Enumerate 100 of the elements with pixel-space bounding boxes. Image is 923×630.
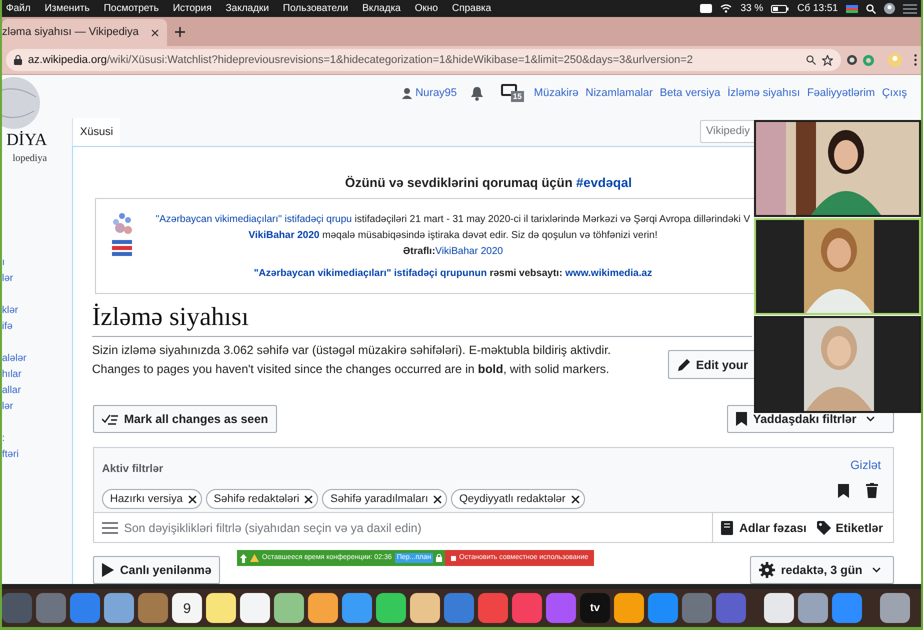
trash-icon[interactable] <box>866 483 878 498</box>
app-icon[interactable] <box>798 593 828 623</box>
app-icon[interactable] <box>880 593 910 623</box>
banner-title: Özünü və sevdiklərini qorumaq üçün #evdəqal <box>345 174 632 192</box>
filter-chip[interactable]: Hazırkı versiya <box>102 489 202 509</box>
address-bar[interactable]: az.wikipedia.org/wiki/Xüsusi:Watchlist?hidepreviousrevisions=1&hidecategorization=1&hideWikibase=1&limit=250&days=3&urlversion=2 <box>6 49 841 71</box>
wifi-icon <box>720 4 732 13</box>
paragraph: Sizin izləmə siyahınızda 3.062 səhifə var (üstəgəl müzakirə səhifələri). E-məktubla bildiriş aktivdir. <box>92 342 611 359</box>
period-button[interactable]: redaktə, 3 gün <box>750 556 894 584</box>
nav-link[interactable]: İzləmə siyahısı <box>727 84 800 102</box>
app-icon[interactable]: 9 <box>172 593 202 623</box>
menu-item[interactable]: Пользователи <box>282 1 348 16</box>
menu-icon[interactable] <box>914 54 917 66</box>
app-icon[interactable] <box>376 593 406 623</box>
warning-icon <box>250 554 259 562</box>
banner-link[interactable]: www.wikimedia.az <box>565 268 652 279</box>
filter-input[interactable]: Son dəyişiklikləri filtrlə (siyahıdan seçin və ya daxil edin) <box>94 513 712 542</box>
app-icon[interactable]: tv <box>580 593 610 623</box>
app-icon[interactable] <box>764 593 794 623</box>
banner-link[interactable]: "Azərbaycan vikimediaçıları" istifadəçi qrupu <box>156 214 352 225</box>
stop-icon <box>451 556 456 560</box>
menu-icon <box>102 522 118 534</box>
wordmark: DİYA <box>6 131 47 148</box>
sidebar-link[interactable]: allar <box>2 383 42 399</box>
app-icon[interactable] <box>410 593 440 623</box>
edit-button[interactable]: Edit your <box>668 350 754 379</box>
menu-item[interactable]: Окно <box>414 1 438 16</box>
hide-link[interactable]: Gizlət <box>850 456 881 474</box>
menu-item[interactable]: Закладки <box>226 1 269 16</box>
app-icon[interactable] <box>240 593 270 623</box>
nav-link[interactable]: Nizamlamalar <box>586 84 653 102</box>
lock-icon <box>14 55 22 65</box>
book-icon <box>721 520 734 534</box>
sidebar-link[interactable]: ifə <box>2 319 42 335</box>
browser-tab[interactable]: zləma siyahısı — Vikipediya <box>2 19 167 46</box>
search-field[interactable]: Vikipediy <box>700 120 754 143</box>
banner-link[interactable]: VikiBahar 2020 <box>435 246 503 257</box>
close-icon <box>188 494 197 504</box>
app-icon[interactable] <box>274 593 304 623</box>
nav-link[interactable]: Müzakirə <box>534 84 579 102</box>
sidebar-link[interactable]: ı <box>2 255 42 271</box>
extension-icon[interactable] <box>847 55 857 65</box>
play-icon <box>102 563 114 577</box>
menu-item[interactable]: Изменить <box>44 1 90 16</box>
notices-button[interactable]: 15 <box>500 84 527 102</box>
menu-item[interactable]: Файл <box>6 1 31 16</box>
bookmark-icon <box>736 412 747 426</box>
flag-icon <box>846 4 858 12</box>
search-icon <box>866 4 876 14</box>
live-update-button[interactable]: Canlı yenilənmə <box>93 556 220 584</box>
user-icon <box>884 3 895 14</box>
page-heading: İzləmə siyahısı <box>92 304 249 330</box>
app-icon[interactable] <box>614 593 644 623</box>
lock-icon <box>436 554 442 562</box>
sidebar-link[interactable]: lər <box>2 399 42 415</box>
camera-icon <box>700 4 712 13</box>
star-icon <box>822 54 833 66</box>
sidebar-link[interactable]: : <box>2 431 42 447</box>
zoom-icon <box>806 55 816 65</box>
tags-button[interactable]: Etiketlər <box>814 513 893 542</box>
banner-link[interactable]: "Azərbaycan vikimediaçıları" istifadəçi qrupunun <box>254 268 487 279</box>
menu-icon <box>903 4 917 14</box>
banner-link[interactable]: VikiBahar 2020 <box>248 230 320 241</box>
menu-item[interactable]: Посмотреть <box>104 1 159 16</box>
page-tab[interactable]: Xüsusi <box>72 118 120 146</box>
banner-text: "Azərbaycan vikimediaçıları" istifadəçi qrupunun rəsmi vebsaytı: www.wikimedia.az <box>254 267 652 281</box>
battery-percent: 33 % <box>740 2 764 16</box>
sidebar-link[interactable]: klər <box>2 303 42 319</box>
app-icon[interactable] <box>104 593 134 623</box>
filter-chip[interactable]: Səhifə redaktələri <box>206 489 318 509</box>
namespaces-button[interactable]: Adlar fəzası <box>712 513 815 542</box>
bell-icon[interactable] <box>470 86 484 100</box>
checklist-icon <box>102 413 118 425</box>
nav-link[interactable]: Çıxış <box>882 84 907 102</box>
filter-chip[interactable]: Səhifə yaradılmaları <box>322 489 448 509</box>
arrow-up-icon <box>240 554 247 562</box>
plus-icon[interactable] <box>175 27 185 37</box>
battery-icon <box>771 4 790 12</box>
app-icon[interactable] <box>206 593 236 623</box>
banner-text: "Azərbaycan vikimediaçıları" istifadəçi qrupu istifadəçiləri 21 mart - 31 may 2020-ci il tarixlərində Mərkəzi və Şərqi Avropa dillərindəki V <box>156 213 750 227</box>
count-badge: 15 <box>510 91 524 102</box>
mark-seen-button[interactable]: Mark all changes as seen <box>93 405 278 433</box>
close-icon <box>570 494 580 504</box>
sidebar-link[interactable]: lər <box>2 271 42 287</box>
close-icon <box>304 494 314 504</box>
app-icon[interactable] <box>308 593 338 623</box>
menu-item[interactable]: История <box>172 1 212 16</box>
user-link[interactable]: Nuray95 <box>415 84 457 102</box>
hashtag-link[interactable]: #evdəqal <box>576 175 632 190</box>
menu-item[interactable]: Вкладка <box>362 1 401 16</box>
close-icon <box>151 28 159 36</box>
menu-item[interactable]: Справка <box>452 1 492 16</box>
tagline: lopediya <box>12 152 47 166</box>
bookmark-icon[interactable] <box>838 484 849 498</box>
sidebar-link[interactable]: hılar <box>2 367 42 383</box>
nav-link[interactable]: Beta versiya <box>660 84 720 102</box>
sidebar-link[interactable]: alələr <box>2 351 42 367</box>
nav-link[interactable]: Fəaliyyətlərim <box>807 84 875 102</box>
sidebar-link[interactable]: ftəri <box>2 447 42 463</box>
filter-chip[interactable]: Qeydiyyatlı redaktələr <box>451 489 585 509</box>
